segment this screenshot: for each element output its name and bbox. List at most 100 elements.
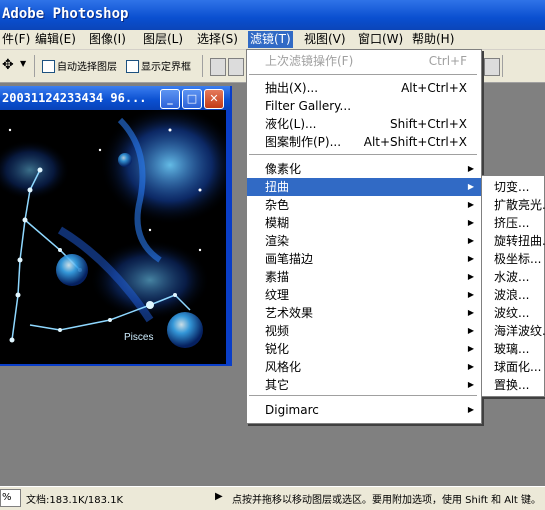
document-canvas[interactable]: Pisces bbox=[0, 110, 226, 364]
menu-item-liquify[interactable]: 液化(L)... Shift+Ctrl+X bbox=[247, 115, 481, 133]
close-button[interactable]: ✕ bbox=[204, 89, 224, 109]
menu-item-pixelate[interactable]: 像素化 ▶ bbox=[247, 160, 481, 178]
show-bounding-box-checkbox[interactable] bbox=[126, 60, 139, 73]
submenu-item-spherize[interactable]: 球面化... bbox=[482, 358, 544, 376]
menu-layer[interactable]: 图层(L) bbox=[141, 31, 185, 48]
status-arrow-icon[interactable]: ▶ bbox=[215, 491, 223, 502]
menu-image[interactable]: 图像(I) bbox=[87, 31, 128, 48]
menu-item-render[interactable]: 渲染 ▶ bbox=[247, 232, 481, 250]
menu-item-pattern-maker[interactable]: 图案制作(P)... Alt+Shift+Ctrl+X bbox=[247, 133, 481, 151]
distort-submenu: 切变... 扩散亮光... 挤压... 旋转扭曲... 极坐标... 水波...… bbox=[481, 175, 545, 397]
menu-item-texture[interactable]: 纹理 ▶ bbox=[247, 286, 481, 304]
menu-item-label: 切变... bbox=[494, 180, 530, 194]
submenu-item-zigzag[interactable]: 水波... bbox=[482, 268, 544, 286]
menu-item-label: 扩散亮光... bbox=[494, 198, 545, 212]
submenu-item-twirl[interactable]: 旋转扭曲... bbox=[482, 232, 545, 250]
menu-item-label: 液化(L)... bbox=[265, 117, 317, 131]
menu-item-brush-strokes[interactable]: 画笔描边 ▶ bbox=[247, 250, 481, 268]
menu-item-artistic[interactable]: 艺术效果 ▶ bbox=[247, 304, 481, 322]
menu-item-digimarc[interactable]: Digimarc ▶ bbox=[247, 401, 481, 419]
document-size-info[interactable]: 文档:183.1K/183.1K bbox=[26, 491, 123, 506]
menu-view[interactable]: 视图(V) bbox=[302, 31, 348, 48]
submenu-item-pinch[interactable]: 挤压... bbox=[482, 214, 544, 232]
menu-item-filter-gallery[interactable]: Filter Gallery... bbox=[247, 97, 481, 115]
menu-edit[interactable]: 编辑(E) bbox=[33, 31, 78, 48]
app-title: Adobe Photoshop bbox=[2, 6, 129, 22]
menu-item-label: 渲染 bbox=[265, 234, 290, 248]
menu-item-sketch[interactable]: 素描 ▶ bbox=[247, 268, 481, 286]
submenu-arrow-icon: ▶ bbox=[467, 362, 474, 371]
menu-item-label: Digimarc bbox=[265, 403, 319, 417]
menu-item-distort[interactable]: 扭曲 ▶ bbox=[247, 178, 481, 196]
submenu-item-displace[interactable]: 置换... bbox=[482, 376, 544, 394]
submenu-item-polar-coordinates[interactable]: 极坐标... bbox=[482, 250, 544, 268]
menu-select[interactable]: 选择(S) bbox=[195, 31, 240, 48]
menu-item-label: 其它 bbox=[265, 378, 290, 392]
submenu-arrow-icon: ▶ bbox=[467, 200, 474, 209]
app-titlebar: Adobe Photoshop bbox=[0, 0, 545, 30]
menu-item-label: 艺术效果 bbox=[265, 306, 314, 320]
menu-help[interactable]: 帮助(H) bbox=[410, 31, 456, 48]
menu-item-extract[interactable]: 抽出(X)... Alt+Ctrl+X bbox=[247, 79, 481, 97]
menu-file[interactable]: 件(F) bbox=[0, 31, 32, 48]
menu-separator bbox=[249, 154, 477, 156]
distribute-icon[interactable] bbox=[484, 58, 500, 76]
submenu-item-wave[interactable]: 波浪... bbox=[482, 286, 544, 304]
menu-item-sharpen[interactable]: 锐化 ▶ bbox=[247, 340, 481, 358]
zoom-field[interactable]: % bbox=[0, 489, 21, 507]
divider bbox=[502, 55, 503, 77]
submenu-arrow-icon: ▶ bbox=[467, 405, 474, 414]
menu-item-label: 像素化 bbox=[265, 162, 302, 176]
canvas-label: Pisces bbox=[124, 332, 153, 343]
divider bbox=[202, 55, 203, 77]
submenu-item-diffuse-glow[interactable]: 扩散亮光... bbox=[482, 196, 545, 214]
menu-item-last-filter: 上次滤镜操作(F) Ctrl+F bbox=[247, 52, 481, 70]
submenu-item-ripple[interactable]: 波纹... bbox=[482, 304, 544, 322]
submenu-arrow-icon: ▶ bbox=[467, 326, 474, 335]
menu-separator bbox=[249, 395, 477, 397]
menu-item-label: 素描 bbox=[265, 270, 290, 284]
menu-item-noise[interactable]: 杂色 ▶ bbox=[247, 196, 481, 214]
status-hint: 点按并拖移以移动图层或选区。要用附加选项，使用 Shift 和 Alt 键。 bbox=[232, 495, 541, 506]
submenu-arrow-icon: ▶ bbox=[467, 344, 474, 353]
document-titlebar[interactable]: 20031124233434 96... _ □ ✕ bbox=[0, 86, 230, 110]
move-tool-icon[interactable]: ✥ bbox=[2, 57, 14, 73]
menu-item-video[interactable]: 视频 ▶ bbox=[247, 322, 481, 340]
menu-item-label: 球面化... bbox=[494, 360, 542, 374]
menu-item-shortcut: Ctrl+F bbox=[428, 54, 467, 68]
menu-item-shortcut: Shift+Ctrl+X bbox=[390, 117, 467, 131]
menu-item-label: 画笔描边 bbox=[265, 252, 314, 266]
menu-item-label: 杂色 bbox=[265, 198, 290, 212]
menu-item-label: 水波... bbox=[494, 270, 530, 284]
submenu-item-glass[interactable]: 玻璃... bbox=[482, 340, 544, 358]
menu-item-label: 扭曲 bbox=[265, 180, 290, 194]
menu-item-label: 图案制作(P)... bbox=[265, 135, 342, 149]
submenu-item-ocean-ripple[interactable]: 海洋波纹... bbox=[482, 322, 545, 340]
submenu-arrow-icon: ▶ bbox=[467, 272, 474, 281]
menu-item-label: 上次滤镜操作(F) bbox=[265, 54, 354, 68]
menu-item-label: 置换... bbox=[494, 378, 530, 392]
menu-item-stylize[interactable]: 风格化 ▶ bbox=[247, 358, 481, 376]
menu-item-shortcut: Alt+Ctrl+X bbox=[401, 81, 467, 95]
menu-item-other[interactable]: 其它 ▶ bbox=[247, 376, 481, 394]
align-middle-icon[interactable] bbox=[228, 58, 244, 76]
menubar: 件(F) 编辑(E) 图像(I) 图层(L) 选择(S) 滤镜(T) 视图(V)… bbox=[0, 30, 545, 50]
maximize-button[interactable]: □ bbox=[182, 89, 202, 109]
tool-preset-dropdown-icon[interactable]: ▼ bbox=[20, 59, 26, 68]
menu-window[interactable]: 窗口(W) bbox=[356, 31, 405, 48]
submenu-arrow-icon: ▶ bbox=[467, 236, 474, 245]
menu-item-label: 旋转扭曲... bbox=[494, 234, 545, 248]
menu-item-label: 玻璃... bbox=[494, 342, 530, 356]
menu-filter[interactable]: 滤镜(T) bbox=[248, 31, 293, 48]
submenu-item-shear[interactable]: 切变... bbox=[482, 178, 544, 196]
menu-item-label: 波浪... bbox=[494, 288, 530, 302]
minimize-button[interactable]: _ bbox=[160, 89, 180, 109]
menu-item-label: 视频 bbox=[265, 324, 290, 338]
menu-item-label: 挤压... bbox=[494, 216, 530, 230]
auto-select-layer-checkbox[interactable] bbox=[42, 60, 55, 73]
menu-separator bbox=[249, 74, 477, 76]
menu-item-blur[interactable]: 模糊 ▶ bbox=[247, 214, 481, 232]
align-top-icon[interactable] bbox=[210, 58, 226, 76]
filter-menu-footer: Digimarc ▶ bbox=[246, 393, 482, 424]
submenu-arrow-icon: ▶ bbox=[467, 380, 474, 389]
